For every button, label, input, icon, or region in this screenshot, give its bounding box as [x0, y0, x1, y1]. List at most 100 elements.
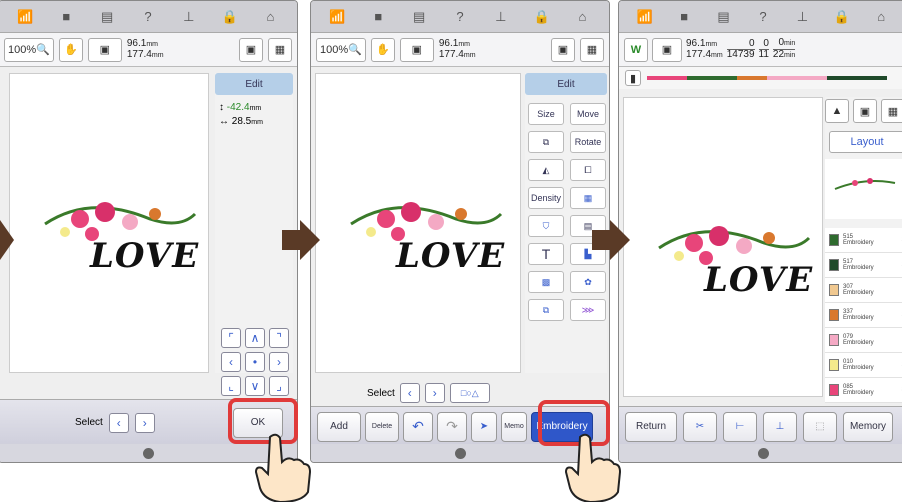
- frame-display-button[interactable]: ▣: [399, 37, 434, 62]
- layout-button[interactable]: Layout: [829, 131, 902, 153]
- move-center-button[interactable]: •: [245, 352, 265, 372]
- camera-icon[interactable]: ■: [57, 8, 75, 26]
- stitch-icon[interactable]: ⋙: [570, 299, 606, 321]
- up-triangle-icon[interactable]: ▲: [825, 99, 849, 123]
- frame-button[interactable]: ▦: [881, 99, 902, 123]
- frame-display-button[interactable]: ▣: [87, 37, 122, 62]
- thread-cut-icon[interactable]: ✂: [683, 411, 717, 442]
- duplicate-icon[interactable]: ⧉: [528, 299, 564, 321]
- pattern-size: 96.1mm 177.4mm: [127, 38, 164, 61]
- copy-frame-icon[interactable]: ⧠: [570, 159, 606, 181]
- density-button[interactable]: Density: [528, 187, 564, 209]
- help-icon[interactable]: ?: [754, 8, 772, 26]
- pan-hand-button[interactable]: ✋: [370, 37, 395, 62]
- select-next-button[interactable]: ›: [424, 383, 445, 403]
- frame-button[interactable]: ▦: [580, 37, 604, 62]
- thread-label: 085 Embroidery: [843, 384, 874, 396]
- wifi-icon[interactable]: 📶: [636, 8, 654, 26]
- text-icon[interactable]: T: [528, 243, 564, 265]
- needle-icon[interactable]: ⊥: [793, 8, 811, 26]
- pan-hand-button[interactable]: ✋: [58, 37, 83, 62]
- home-button[interactable]: [142, 447, 154, 459]
- lock-icon[interactable]: 🔒: [533, 8, 551, 26]
- flip-icon[interactable]: ◭: [528, 159, 564, 181]
- needle-down-icon[interactable]: ⊥: [763, 411, 797, 442]
- select-previous-button[interactable]: ‹: [108, 412, 129, 433]
- move-right-button[interactable]: ›: [269, 352, 289, 372]
- lock-icon[interactable]: 🔒: [833, 8, 851, 26]
- embroidery-canvas[interactable]: LOVE: [315, 73, 521, 373]
- wifi-icon[interactable]: 📶: [16, 8, 34, 26]
- thread-row[interactable]: 010Embroidery2: [825, 353, 902, 378]
- move-left-button[interactable]: ‹: [221, 352, 241, 372]
- thread-name: Embroidery: [843, 315, 874, 321]
- zoom-button[interactable]: 100 %🔍: [316, 37, 366, 62]
- needle-icon[interactable]: ⊥: [492, 8, 510, 26]
- scan-button[interactable]: ▣: [551, 37, 575, 62]
- offset-unit: mm: [249, 105, 262, 112]
- thread-row[interactable]: 307Embroidery1: [825, 278, 902, 303]
- document-icon[interactable]: ▤: [715, 8, 733, 26]
- size-height: 177.4: [438, 48, 464, 60]
- w-icon[interactable]: W: [624, 37, 648, 62]
- memory-button[interactable]: Memo: [501, 411, 527, 442]
- move-down-left-button[interactable]: ⌞: [221, 376, 241, 396]
- thread-row[interactable]: 517Embroidery2: [825, 253, 902, 278]
- applique-icon[interactable]: ✿: [570, 271, 606, 293]
- move-down-right-button[interactable]: ⌟: [269, 376, 289, 396]
- move-up-right-button[interactable]: ⌝: [269, 328, 289, 348]
- help-icon[interactable]: ?: [451, 8, 469, 26]
- select-next-button[interactable]: ›: [134, 412, 155, 433]
- thread-row[interactable]: 079Embroidery1: [825, 328, 902, 353]
- thread-list[interactable]: 515Embroidery2517Embroidery2307Embroider…: [825, 228, 902, 403]
- redo-icon[interactable]: ↷: [437, 411, 467, 442]
- needle-position-icon[interactable]: ▮: [625, 70, 641, 86]
- size-button[interactable]: Size: [528, 103, 564, 125]
- delete-button[interactable]: Delete: [365, 411, 399, 442]
- zoom-button[interactable]: 100 %🔍: [4, 37, 54, 62]
- multi-select-button[interactable]: □○△: [449, 383, 490, 403]
- undo-icon[interactable]: ↶: [403, 411, 433, 442]
- home-button[interactable]: [454, 447, 466, 459]
- thread-swatch: [829, 334, 839, 346]
- thread-row[interactable]: 337Embroidery2: [825, 303, 902, 328]
- home-icon[interactable]: ⌂: [261, 8, 279, 26]
- border-icon[interactable]: ⛉: [528, 215, 564, 237]
- move-down-button[interactable]: ∨: [245, 376, 265, 396]
- camera-icon[interactable]: ■: [369, 8, 387, 26]
- scan-button[interactable]: ▣: [853, 99, 877, 123]
- fill-icon[interactable]: ▩: [528, 271, 564, 293]
- return-button[interactable]: Return: [625, 411, 677, 442]
- move-button[interactable]: Move: [570, 103, 606, 125]
- tension-icon[interactable]: ⊢: [723, 411, 757, 442]
- thread-row[interactable]: 085Embroidery3: [825, 378, 902, 403]
- frame-display-button[interactable]: ▣: [652, 37, 682, 62]
- embroidery-canvas[interactable]: LOVE: [9, 73, 209, 373]
- home-icon[interactable]: ⌂: [872, 8, 890, 26]
- document-icon[interactable]: ▤: [410, 8, 428, 26]
- lock-icon[interactable]: 🔒: [221, 8, 239, 26]
- move-up-left-button[interactable]: ⌜: [221, 328, 241, 348]
- wifi-icon[interactable]: 📶: [328, 8, 346, 26]
- help-icon[interactable]: ?: [139, 8, 157, 26]
- rotate-button[interactable]: Rotate: [570, 131, 606, 153]
- frame-button[interactable]: ▦: [268, 37, 292, 62]
- home-button[interactable]: [757, 447, 769, 459]
- color-palette-icon[interactable]: ▦: [570, 187, 606, 209]
- pointer-icon[interactable]: ➤: [471, 411, 497, 442]
- document-icon[interactable]: ▤: [98, 8, 116, 26]
- camera-icon[interactable]: ■: [675, 8, 693, 26]
- needle-icon[interactable]: ⊥: [180, 8, 198, 26]
- scan-button[interactable]: ▣: [239, 37, 263, 62]
- time-total: 22: [772, 49, 785, 60]
- group-icon[interactable]: ⧉: [528, 131, 564, 153]
- select-previous-button[interactable]: ‹: [399, 383, 420, 403]
- home-icon[interactable]: ⌂: [573, 8, 591, 26]
- status-icon-bar: 📶 ■ ▤ ? ⊥ 🔒 ⌂: [311, 1, 609, 33]
- thread-row[interactable]: 515Embroidery2: [825, 228, 902, 253]
- memory-button[interactable]: Memory: [843, 411, 893, 442]
- move-up-button[interactable]: ∧: [245, 328, 265, 348]
- trial-frame-icon[interactable]: ⬚: [803, 411, 837, 442]
- embroidery-canvas: LOVE: [623, 97, 823, 397]
- add-button[interactable]: Add: [317, 411, 361, 442]
